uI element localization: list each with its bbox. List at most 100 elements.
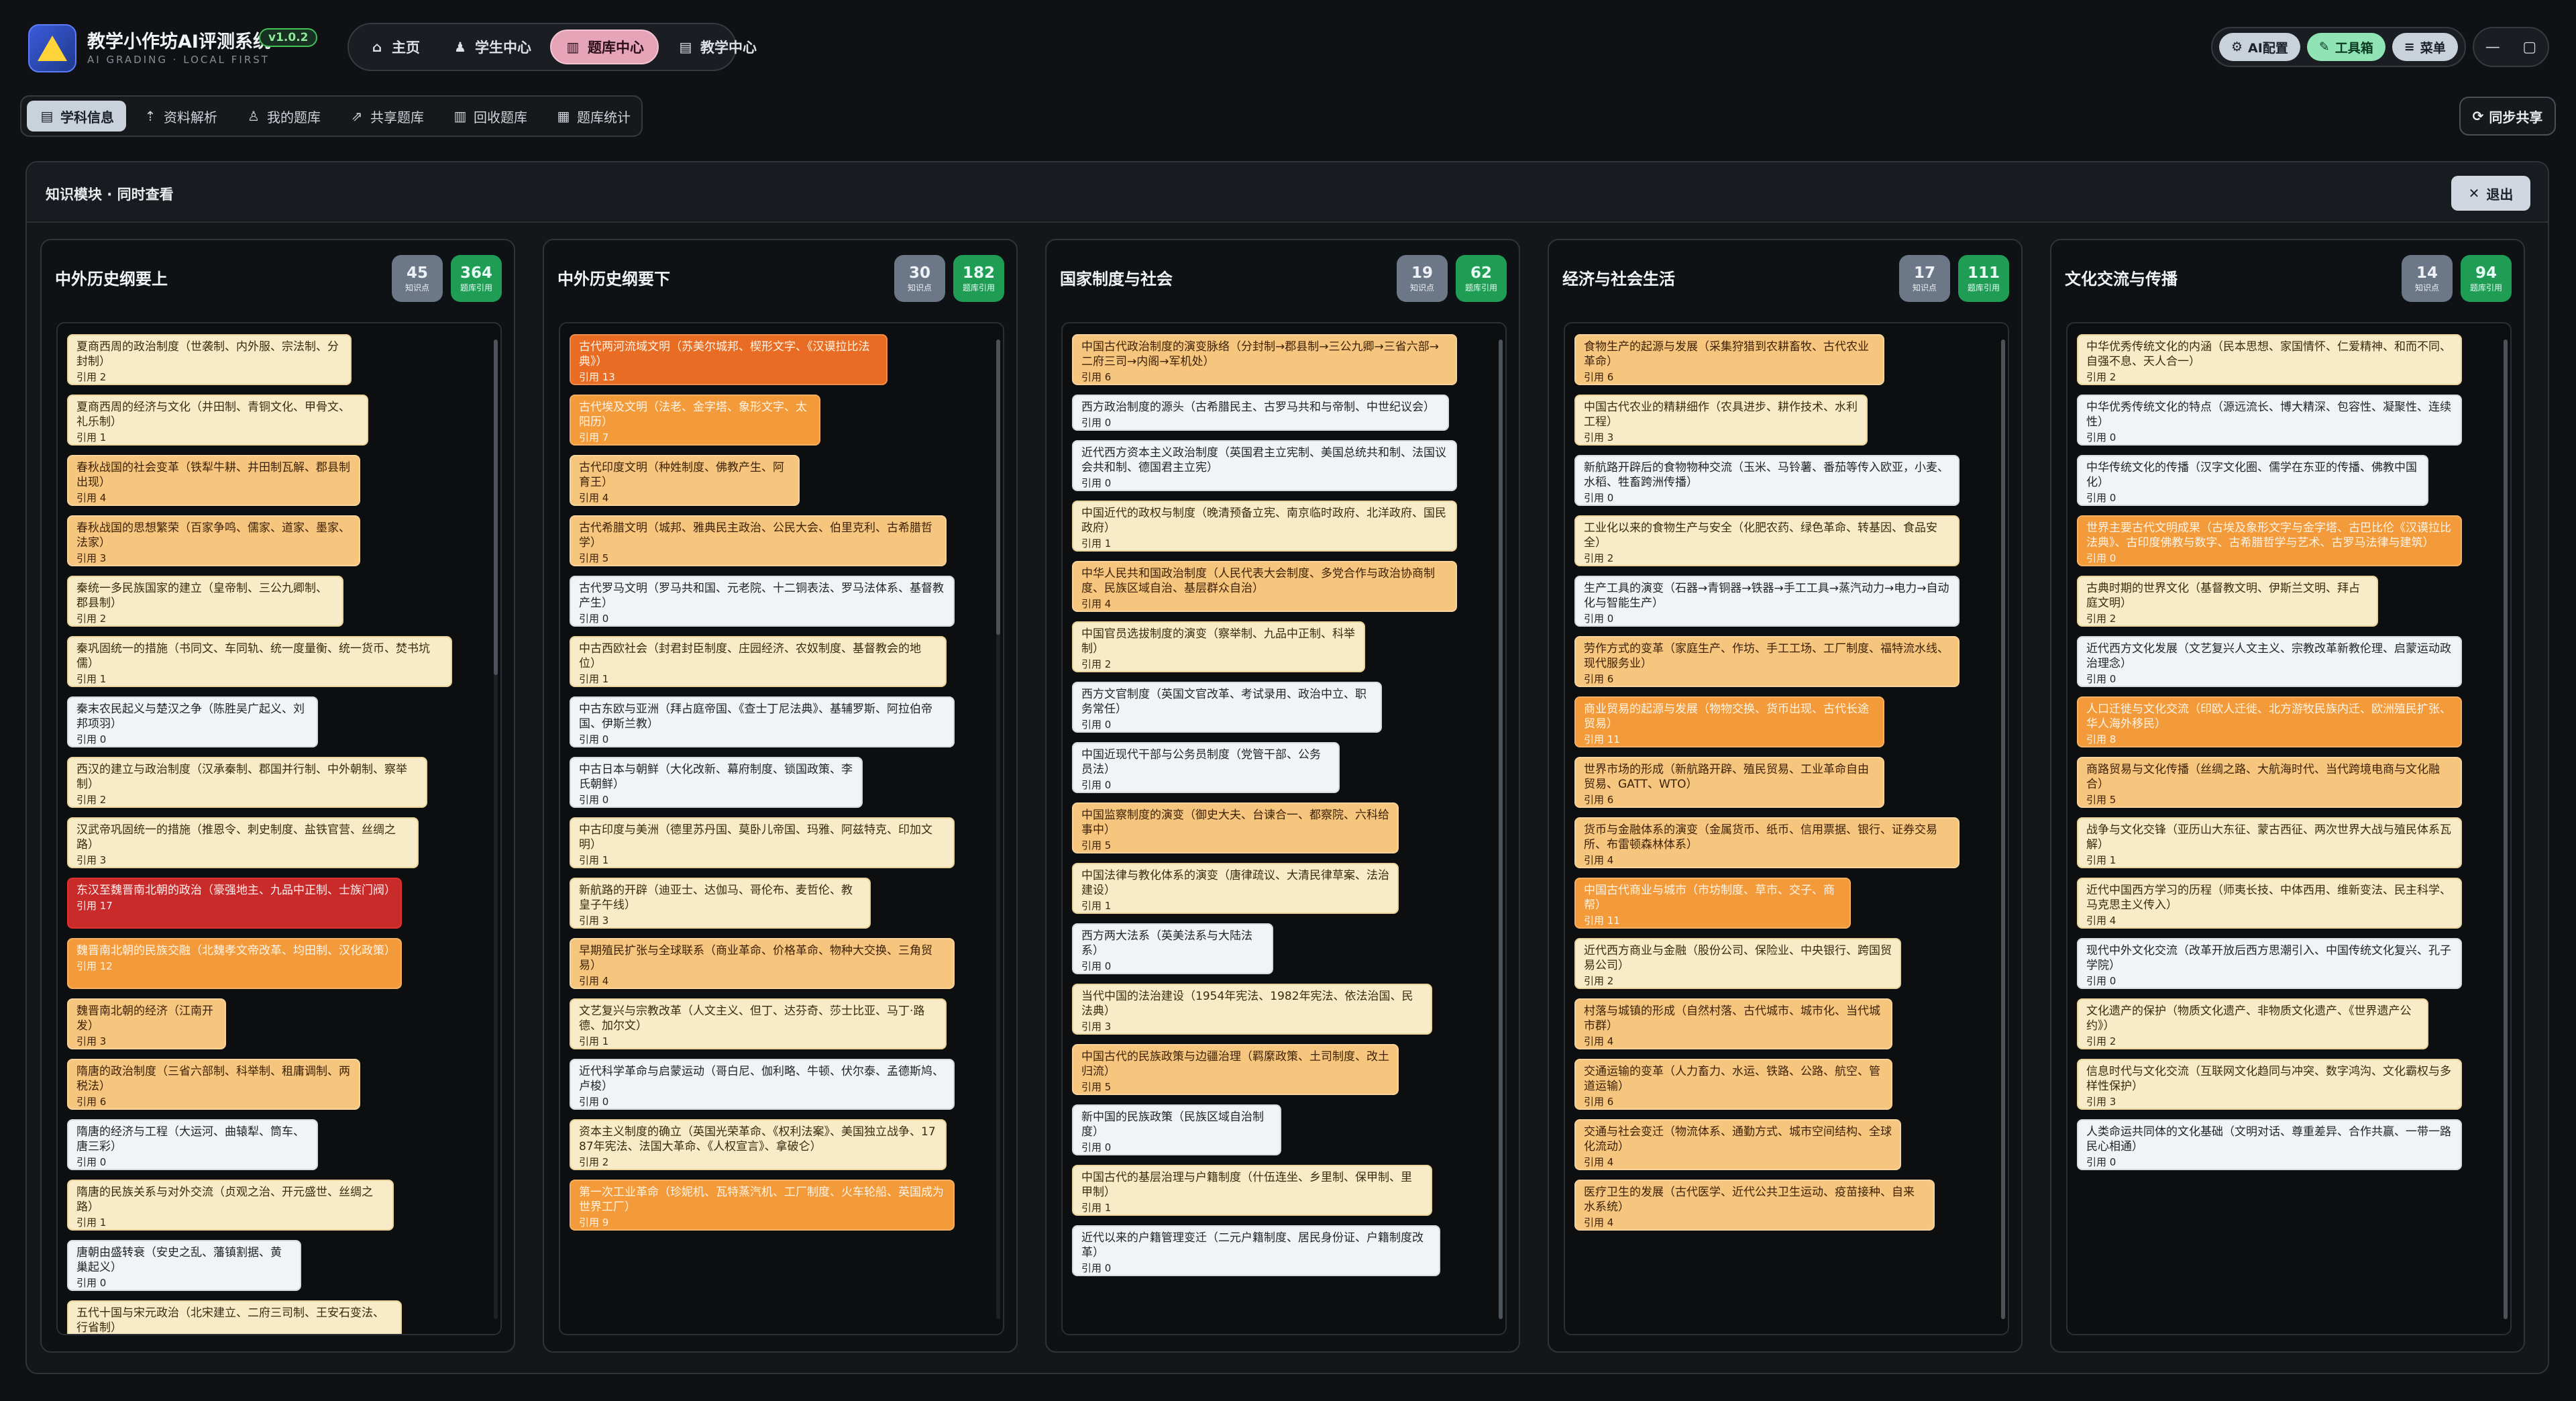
knowledge-item[interactable]: 新航路的开辟（迪亚士、达伽马、哥伦布、麦哲伦、教皇子午线） 引用 3 [570,878,871,929]
knowledge-item[interactable]: 近代中国西方学习的历程（师夷长技、中体西用、维新变法、民主科学、马克思主义传入）… [2077,878,2462,929]
knowledge-item[interactable]: 文艺复兴与宗教改革（人文主义、但丁、达芬奇、莎士比亚、马丁·路德、加尔文） 引用 … [570,998,947,1049]
knowledge-item[interactable]: 隋唐的民族关系与对外交流（贞观之治、开元盛世、丝绸之路） 引用 1 [67,1180,394,1231]
knowledge-item[interactable]: 古代两河流域文明（苏美尔城邦、楔形文字、《汉谟拉比法典》） 引用 13 [570,334,888,385]
knowledge-item[interactable]: 人口迁徙与文化交流（印欧人迁徙、北方游牧民族内迁、欧洲殖民扩张、华人海外移民） 引… [2077,696,2462,747]
knowledge-item[interactable]: 早期殖民扩张与全球联系（商业革命、价格革命、物种大交换、三角贸易） 引用 4 [570,938,955,989]
knowledge-item[interactable]: 医疗卫生的发展（古代医学、近代公共卫生运动、疫苗接种、自来水系统） 引用 4 [1574,1180,1935,1231]
knowledge-item[interactable]: 中国古代的民族政策与边疆治理（羁縻政策、土司制度、改土归流） 引用 5 [1072,1044,1399,1095]
knowledge-item[interactable]: 战争与文化交锋（亚历山大东征、蒙古西征、两次世界大战与殖民体系瓦解） 引用 1 [2077,817,2462,868]
item-title: 中古西欧社会（封君封臣制度、庄园经济、农奴制度、基督教会的地位） [579,642,921,670]
knowledge-item[interactable]: 生产工具的演变（石器→青铜器→铁器→手工工具→蒸汽动力→电力→自动化与智能生产）… [1574,576,1960,627]
tab-material-parse[interactable]: ⇡ 资料解析 [130,101,229,132]
minimize-icon[interactable]: — [2485,39,2500,56]
exit-button[interactable]: ✕ 退出 [2451,176,2530,211]
knowledge-item[interactable]: 中古印度与美洲（德里苏丹国、莫卧儿帝国、玛雅、阿兹特克、印加文明） 引用 1 [570,817,955,868]
knowledge-item[interactable]: 中国官员选拔制度的演变（察举制、九品中正制、科举制） 引用 2 [1072,621,1365,672]
nav-home[interactable]: ⌂ 主页 [356,30,433,64]
knowledge-item[interactable]: 中国古代商业与城市（市坊制度、草市、交子、商帮） 引用 11 [1574,878,1851,929]
knowledge-item[interactable]: 夏商西周的政治制度（世袭制、内外服、宗法制、分封制） 引用 2 [67,334,352,385]
knowledge-item[interactable]: 交通与社会变迁（物流体系、通勤方式、城市空间结构、全球化流动） 引用 4 [1574,1119,1901,1170]
knowledge-item[interactable]: 唐朝由盛转衰（安史之乱、藩镇割据、黄巢起义） 引用 0 [67,1240,301,1291]
knowledge-item[interactable]: 中华优秀传统文化的内涵（民本思想、家国情怀、仁爱精神、和而不同、自强不息、天人合… [2077,334,2462,385]
knowledge-item[interactable]: 中国近代的政权与制度（晚清预备立宪、南京临时政府、北洋政府、国民政府） 引用 1 [1072,501,1457,552]
knowledge-item[interactable]: 第一次工业革命（珍妮机、瓦特蒸汽机、工厂制度、火车轮船、英国成为世界工厂） 引用 … [570,1180,955,1231]
knowledge-item[interactable]: 近代西方资本主义政治制度（英国君主立宪制、美国总统共和制、法国议会共和制、德国君… [1072,440,1457,491]
knowledge-item[interactable]: 魏晋南北朝的民族交融（北魏孝文帝改革、均田制、汉化政策） 引用 12 [67,938,402,989]
scrollbar-thumb[interactable] [494,340,498,675]
knowledge-item[interactable]: 新中国的民族政策（民族区域自治制度） 引用 0 [1072,1104,1281,1155]
knowledge-item[interactable]: 夏商西周的经济与文化（井田制、青铜文化、甲骨文、礼乐制） 引用 1 [67,395,368,446]
knowledge-item[interactable]: 西方政治制度的源头（古希腊民主、古罗马共和与帝制、中世纪议会） 引用 0 [1072,395,1449,431]
scrollbar-thumb[interactable] [996,340,1000,635]
knowledge-item[interactable]: 西方两大法系（英美法系与大陆法系） 引用 0 [1072,923,1273,974]
scrollbar-thumb[interactable] [1499,340,1503,1319]
knowledge-item[interactable]: 古代埃及文明（法老、金字塔、象形文字、太阳历） 引用 7 [570,395,820,446]
maximize-icon[interactable]: ▢ [2522,39,2536,56]
knowledge-item[interactable]: 商路贸易与文化传播（丝绸之路、大航海时代、当代跨境电商与文化融合） 引用 5 [2077,757,2462,808]
knowledge-item[interactable]: 中华优秀传统文化的特点（源远流长、博大精深、包容性、凝聚性、连续性） 引用 0 [2077,395,2462,446]
knowledge-item[interactable]: 汉武帝巩固统一的措施（推恩令、刺史制度、盐铁官营、丝绸之路） 引用 3 [67,817,419,868]
knowledge-item[interactable]: 隋唐的经济与工程（大运河、曲辕犁、筒车、唐三彩） 引用 0 [67,1119,318,1170]
knowledge-item[interactable]: 中国监察制度的演变（御史大夫、台谏合一、都察院、六科给事中） 引用 5 [1072,802,1399,853]
knowledge-item[interactable]: 古代罗马文明（罗马共和国、元老院、十二铜表法、罗马法体系、基督教产生） 引用 0 [570,576,955,627]
knowledge-item[interactable]: 世界主要古代文明成果（古埃及象形文字与金字塔、古巴比伦《汉谟拉比法典》、古印度佛… [2077,515,2462,566]
knowledge-item[interactable]: 五代十国与宋元政治（北宋建立、二府三司制、王安石变法、行省制）引用 3 [67,1300,402,1334]
knowledge-item[interactable]: 新航路开辟后的食物物种交流（玉米、马铃薯、番茄等传入欧亚，小麦、水稻、牲畜跨洲传… [1574,455,1960,506]
knowledge-item[interactable]: 魏晋南北朝的经济（江南开发） 引用 3 [67,998,226,1049]
knowledge-item[interactable]: 古代印度文明（种姓制度、佛教产生、阿育王） 引用 4 [570,455,800,506]
knowledge-item[interactable]: 秦末农民起义与楚汉之争（陈胜吴广起义、刘邦项羽） 引用 0 [67,696,318,747]
toolbox-button[interactable]: ✎ 工具箱 [2306,33,2385,61]
nav-library-center[interactable]: ▥ 题库中心 [550,30,659,64]
scrollbar-thumb[interactable] [2001,340,2005,1319]
tab-shared-library[interactable]: ⇗ 共享题库 [337,101,436,132]
knowledge-item[interactable]: 近代西方商业与金融（股份公司、保险业、中央银行、跨国贸易公司） 引用 2 [1574,938,1901,989]
knowledge-item[interactable]: 中国近现代干部与公务员制度（党管干部、公务员法） 引用 0 [1072,742,1340,793]
knowledge-item[interactable]: 春秋战国的社会变革（铁犁牛耕、井田制瓦解、郡县制出现） 引用 4 [67,455,360,506]
knowledge-item[interactable]: 隋唐的政治制度（三省六部制、科举制、租庸调制、两税法） 引用 6 [67,1059,360,1110]
tab-my-library[interactable]: ♙ 我的题库 [233,101,333,132]
knowledge-item[interactable]: 资本主义制度的确立（英国光荣革命、《权利法案》、美国独立战争、1787年宪法、法… [570,1119,947,1170]
knowledge-item[interactable]: 中古东欧与亚洲（拜占庭帝国、《查士丁尼法典》、基辅罗斯、阿拉伯帝国、伊斯兰教） 引… [570,696,955,747]
ai-config-button[interactable]: ⚙ AI配置 [2219,33,2300,61]
sync-share-button[interactable]: ⟳ 同步共享 [2459,97,2556,136]
knowledge-item[interactable]: 中国法律与教化体系的演变（唐律疏议、大清民律草案、法治建设） 引用 1 [1072,863,1399,914]
menu-button[interactable]: ≡ 菜单 [2392,33,2458,61]
knowledge-item[interactable]: 商业贸易的起源与发展（物物交换、货币出现、古代长途贸易） 引用 11 [1574,696,1884,747]
scrollbar-thumb[interactable] [2504,340,2508,1319]
tab-library-stats[interactable]: ▦ 题库统计 [543,101,643,132]
knowledge-item[interactable]: 信息时代与文化交流（互联网文化趋同与冲突、数字鸿沟、文化霸权与多样性保护） 引用 … [2077,1059,2462,1110]
knowledge-item[interactable]: 中国古代的基层治理与户籍制度（什伍连坐、乡里制、保甲制、里甲制） 引用 1 [1072,1165,1432,1216]
knowledge-item[interactable]: 中国古代农业的精耕细作（农具进步、耕作技术、水利工程） 引用 3 [1574,395,1868,446]
knowledge-item[interactable]: 秦巩固统一的措施（书同文、车同轨、统一度量衡、统一货币、焚书坑儒） 引用 1 [67,636,452,687]
knowledge-item[interactable]: 村落与城镇的形成（自然村落、古代城市、城市化、当代城市群） 引用 4 [1574,998,1892,1049]
knowledge-item[interactable]: 近代科学革命与启蒙运动（哥白尼、伽利略、牛顿、伏尔泰、孟德斯鸠、卢梭） 引用 0 [570,1059,955,1110]
knowledge-item[interactable]: 文化遗产的保护（物质文化遗产、非物质文化遗产、《世界遗产公约》） 引用 2 [2077,998,2428,1049]
knowledge-item[interactable]: 西汉的建立与政治制度（汉承秦制、郡国并行制、中外朝制、察举制） 引用 2 [67,757,427,808]
knowledge-item[interactable]: 当代中国的法治建设（1954年宪法、1982年宪法、依法治国、民法典） 引用 3 [1072,984,1432,1035]
tab-subject-info[interactable]: ▤ 学科信息 [27,101,126,132]
nav-student-center[interactable]: ♟ 学生中心 [439,30,545,64]
nav-teaching-center[interactable]: ▤ 教学中心 [664,30,770,64]
knowledge-item[interactable]: 工业化以来的食物生产与安全（化肥农药、绿色革命、转基因、食品安全） 引用 2 [1574,515,1960,566]
knowledge-item[interactable]: 世界市场的形成（新航路开辟、殖民贸易、工业革命自由贸易、GATT、WTO） 引用 … [1574,757,1884,808]
knowledge-item[interactable]: 中古西欧社会（封君封臣制度、庄园经济、农奴制度、基督教会的地位） 引用 1 [570,636,947,687]
knowledge-item[interactable]: 近代西方文化发展（文艺复兴人文主义、宗教改革新教伦理、启蒙运动政治理念） 引用 0 [2077,636,2462,687]
knowledge-item[interactable]: 中古日本与朝鲜（大化改新、幕府制度、锁国政策、李氏朝鲜） 引用 0 [570,757,863,808]
knowledge-item[interactable]: 中国古代政治制度的演变脉络（分封制→郡县制→三公九卿→三省六部→二府三司→内阁→… [1072,334,1457,385]
knowledge-item[interactable]: 春秋战国的思想繁荣（百家争鸣、儒家、道家、墨家、法家） 引用 3 [67,515,360,566]
knowledge-item[interactable]: 东汉至魏晋南北朝的政治（豪强地主、九品中正制、士族门阀） 引用 17 [67,878,402,929]
knowledge-item[interactable]: 中华传统文化的传播（汉字文化圈、儒学在东亚的传播、佛教中国化） 引用 0 [2077,455,2428,506]
knowledge-item[interactable]: 古代希腊文明（城邦、雅典民主政治、公民大会、伯里克利、古希腊哲学） 引用 5 [570,515,947,566]
knowledge-item[interactable]: 中华人民共和国政治制度（人民代表大会制度、多党合作与政治协商制度、民族区域自治、… [1072,561,1457,612]
knowledge-item[interactable]: 古典时期的世界文化（基督教文明、伊斯兰文明、拜占庭文明） 引用 2 [2077,576,2378,627]
knowledge-item[interactable]: 货币与金融体系的演变（金属货币、纸币、信用票据、银行、证券交易所、布雷顿森林体系… [1574,817,1960,868]
knowledge-item[interactable]: 劳作方式的变革（家庭生产、作坊、手工工场、工厂制度、福特流水线、现代服务业） 引用… [1574,636,1960,687]
knowledge-item[interactable]: 现代中外文化交流（改革开放后西方思潮引入、中国传统文化复兴、孔子学院） 引用 0 [2077,938,2462,989]
tab-recycle-library[interactable]: ▥ 回收题库 [440,101,539,132]
knowledge-item[interactable]: 西方文官制度（英国文官改革、考试录用、政治中立、职务常任） 引用 0 [1072,682,1382,733]
knowledge-item[interactable]: 食物生产的起源与发展（采集狩猎到农耕畜牧、古代农业革命） 引用 6 [1574,334,1884,385]
knowledge-item[interactable]: 秦统一多民族国家的建立（皇帝制、三公九卿制、郡县制） 引用 2 [67,576,343,627]
knowledge-item[interactable]: 人类命运共同体的文化基础（文明对话、尊重差异、合作共赢、一带一路民心相通） 引用 … [2077,1119,2462,1170]
knowledge-item[interactable]: 近代以来的户籍管理变迁（二元户籍制度、居民身份证、户籍制度改革） 引用 0 [1072,1225,1440,1276]
knowledge-item[interactable]: 交通运输的变革（人力畜力、水运、铁路、公路、航空、管道运输） 引用 6 [1574,1059,1892,1110]
